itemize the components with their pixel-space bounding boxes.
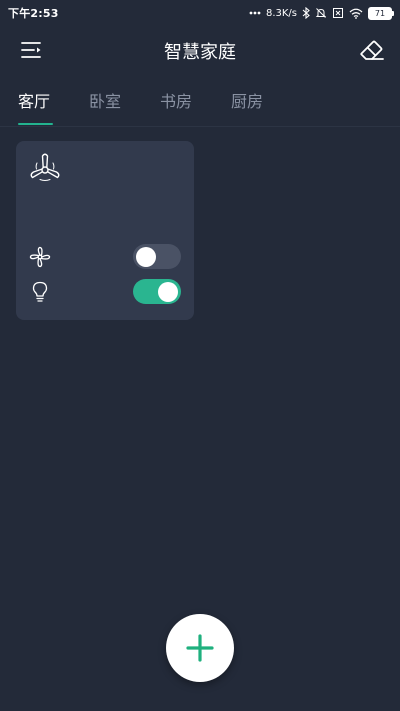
plus-icon bbox=[186, 634, 214, 662]
fan-toggle[interactable] bbox=[133, 244, 181, 269]
status-bar: 下午2:53 8.3K/s 71 bbox=[0, 0, 400, 26]
toggle-knob bbox=[136, 246, 156, 267]
battery-indicator: 71 bbox=[368, 6, 394, 20]
tab-bedroom[interactable]: 卧室 bbox=[89, 88, 121, 112]
bluetooth-icon bbox=[302, 7, 310, 19]
fan-icon bbox=[29, 246, 51, 268]
device-row-fan bbox=[16, 243, 194, 271]
device-card[interactable] bbox=[16, 141, 194, 320]
sim-off-icon bbox=[333, 8, 343, 18]
toggle-knob bbox=[158, 281, 178, 302]
add-device-button[interactable] bbox=[166, 614, 234, 682]
dots-icon bbox=[249, 11, 261, 15]
tab-kitchen[interactable]: 厨房 bbox=[231, 88, 263, 112]
device-row-light bbox=[16, 278, 194, 306]
lightbulb-icon bbox=[32, 281, 48, 302]
tab-living-room[interactable]: 客厅 bbox=[18, 88, 50, 112]
tab-study[interactable]: 书房 bbox=[160, 88, 192, 112]
page-title: 智慧家庭 bbox=[164, 42, 236, 63]
room-tabs: 客厅 卧室 书房 厨房 bbox=[0, 86, 400, 127]
eraser-button[interactable] bbox=[358, 37, 386, 65]
eraser-icon bbox=[360, 40, 384, 60]
propeller-icon bbox=[30, 153, 60, 181]
status-time: 下午2:53 bbox=[8, 7, 59, 20]
app-bar: 智慧家庭 bbox=[0, 28, 400, 72]
active-tab-indicator bbox=[18, 123, 53, 125]
status-icons: 8.3K/s 71 bbox=[249, 6, 394, 20]
net-speed: 8.3K/s bbox=[265, 7, 297, 19]
bell-muted-icon bbox=[315, 8, 327, 18]
wifi-icon bbox=[349, 8, 363, 19]
light-toggle[interactable] bbox=[133, 279, 181, 304]
